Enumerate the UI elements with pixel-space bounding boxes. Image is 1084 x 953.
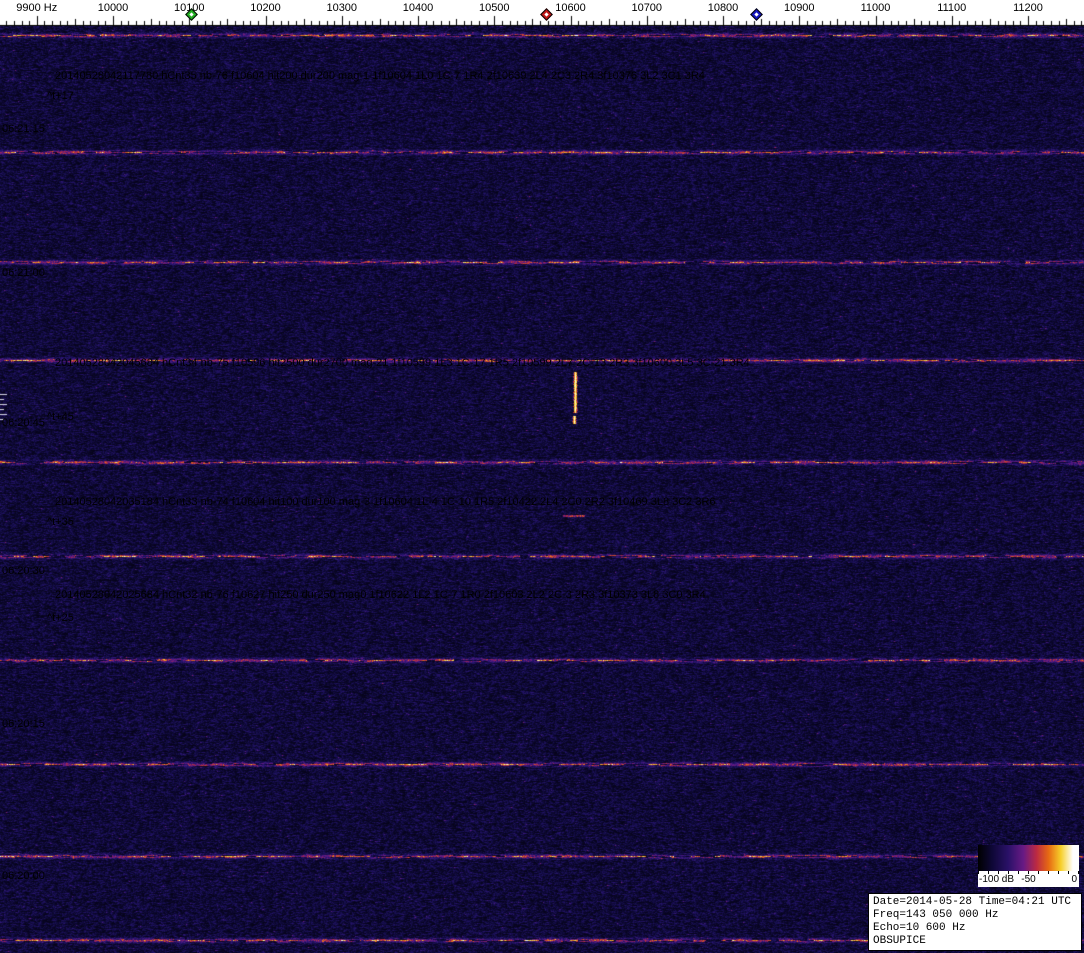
observation-info-box: Date=2014-05-28 Time=04:21 UTC Freq=143 … — [868, 893, 1082, 951]
red-frequency-marker-dot — [544, 12, 549, 17]
blue-frequency-marker-dot — [754, 12, 759, 17]
info-echo-frequency: Echo=10 600 Hz — [873, 922, 966, 934]
colorbar-mid-label: -50 — [1021, 874, 1036, 885]
blue-frequency-marker-diamond[interactable] — [750, 8, 763, 21]
info-receiver-frequency: Freq=143 050 000 Hz — [873, 909, 999, 921]
info-station-name: OBSUPICE — [873, 935, 926, 947]
spectrogram-window: 9900 Hz 10000 10100 10200 10300 10400 10500 106… — [0, 0, 1084, 953]
colorbar-gradient — [978, 845, 1079, 871]
frequency-ruler-markers — [0, 0, 1084, 26]
colorbar-labels: -100 dB -50 0 — [978, 874, 1079, 887]
green-frequency-marker-dot — [189, 12, 194, 17]
green-frequency-marker-diamond[interactable] — [185, 8, 198, 21]
spectrogram-area: 06:21:15 06:21:00 06:20:45 06:20:30 06:20:15… — [0, 26, 1084, 953]
intensity-colorbar: -100 dB -50 0 — [978, 845, 1079, 887]
frequency-ruler: 9900 Hz 10000 10100 10200 10300 10400 10500 106… — [0, 0, 1084, 26]
info-date-time: Date=2014-05-28 Time=04:21 UTC — [873, 896, 1072, 908]
colorbar-min-label: -100 dB — [979, 874, 1015, 885]
spectrogram-canvas[interactable] — [0, 26, 1084, 953]
red-frequency-marker-diamond[interactable] — [540, 8, 553, 21]
colorbar-max-label: 0 — [1071, 874, 1077, 885]
